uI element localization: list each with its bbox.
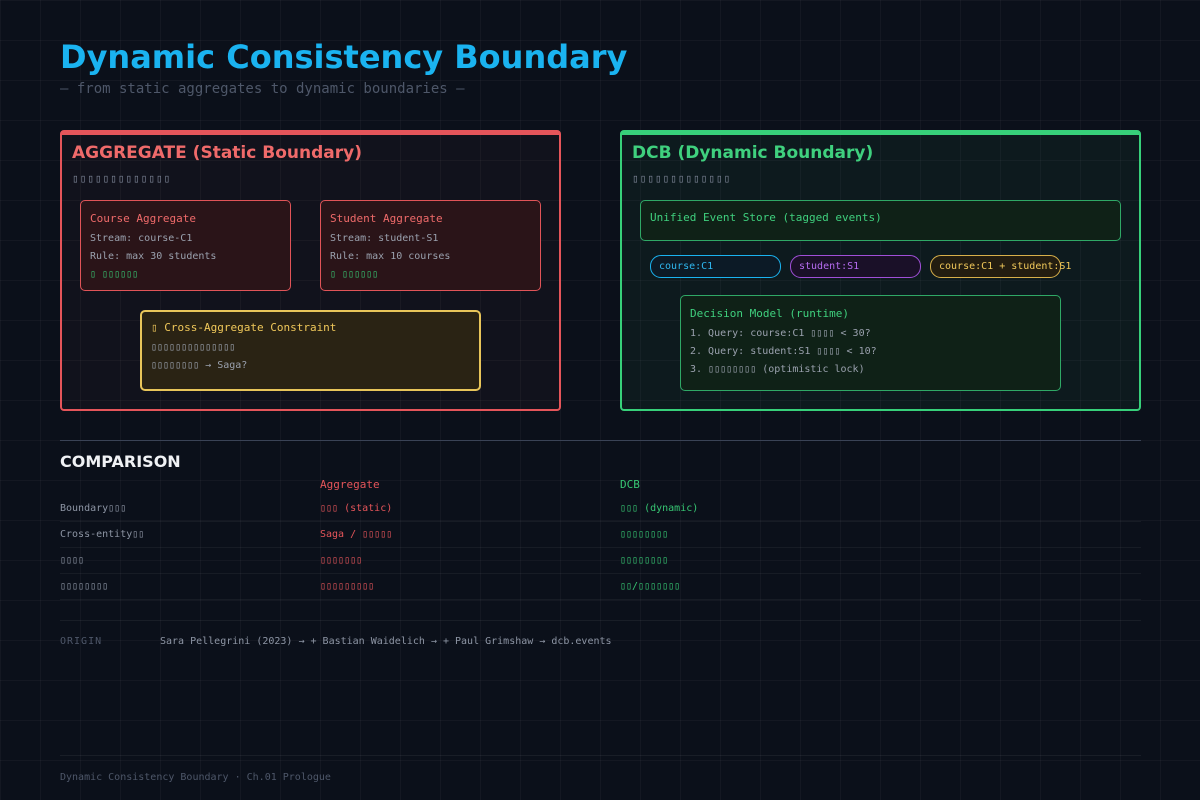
comparison-row: ▯▯▯▯▯▯▯▯ ▯▯▯▯▯▯▯▯▯ ▯▯/▯▯▯▯▯▯▯ [60, 574, 1141, 600]
dcb-panel-title: DCB (Dynamic Boundary) [632, 143, 874, 163]
comparison-header-aggregate: Aggregate [320, 478, 380, 491]
section-divider [60, 440, 1141, 441]
comparison-row-aggregate: ▯▯▯▯▯▯▯▯▯ [320, 581, 375, 592]
comparison-row-label: Boundary▯▯▯ [60, 503, 127, 514]
aggregate-panel-subtitle: ▯▯▯▯▯▯▯▯▯▯▯▯▯ [72, 172, 172, 185]
comparison-row: Boundary▯▯▯ ▯▯▯ (static) ▯▯▯ (dynamic) [60, 496, 1141, 522]
comparison-row-label: Cross-entity▯▯ [60, 529, 145, 540]
constraint-line-1: ▯▯▯▯▯▯▯▯▯▯▯▯▯▯ [151, 342, 236, 353]
comparison-row-dcb: ▯▯/▯▯▯▯▯▯▯ [620, 581, 681, 592]
comparison-row-aggregate: ▯▯▯ (static) [320, 503, 393, 514]
comparison-row-dcb: ▯▯▯▯▯▯▯▯ [620, 555, 669, 566]
cross-aggregate-constraint-title: ▯ Cross-Aggregate Constraint [151, 321, 337, 334]
comparison-row-dcb: ▯▯▯ (dynamic) [620, 503, 699, 514]
comparison-row-label: ▯▯▯▯ [60, 555, 85, 566]
dcb-panel-subtitle: ▯▯▯▯▯▯▯▯▯▯▯▯▯ [632, 172, 732, 185]
course-aggregate-status: ▯ ▯▯▯▯▯▯ [90, 269, 139, 280]
student-aggregate-stream: Stream: student-S1 [330, 233, 439, 244]
footer-text: Dynamic Consistency Boundary · Ch.01 Pro… [60, 772, 331, 783]
course-aggregate-stream: Stream: course-C1 [90, 233, 193, 244]
comparison-title: COMPARISON [60, 452, 181, 471]
student-aggregate-rule: Rule: max 10 courses [330, 251, 451, 262]
footer-separator [60, 755, 1141, 756]
constraint-line-2: ▯▯▯▯▯▯▯▯ → Saga? [151, 360, 248, 371]
tag-course-student: course:C1 + student:S1 [930, 255, 1071, 278]
decision-step-1: 1. Query: course:C1 ▯▯▯▯ < 30? [690, 328, 871, 339]
comparison-row-aggregate: ▯▯▯▯▯▯▯ [320, 555, 363, 566]
comparison-header-dcb: DCB [620, 478, 640, 491]
student-aggregate-status: ▯ ▯▯▯▯▯▯ [330, 269, 379, 280]
student-aggregate-title: Student Aggregate [330, 212, 443, 225]
decision-step-3: 3. ▯▯▯▯▯▯▯▯ (optimistic lock) [690, 364, 865, 375]
cross-aggregate-constraint-box: ▯ Cross-Aggregate Constraint ▯▯▯▯▯▯▯▯▯▯▯… [140, 310, 481, 391]
event-store-box: Unified Event Store (tagged events) [640, 200, 1121, 241]
comparison-row-label: ▯▯▯▯▯▯▯▯ [60, 581, 109, 592]
aggregate-panel-title: AGGREGATE (Static Boundary) [72, 143, 362, 163]
course-aggregate-title: Course Aggregate [90, 212, 196, 225]
comparison-row: Cross-entity▯▯ Saga / ▯▯▯▯▯ ▯▯▯▯▯▯▯▯ [60, 522, 1141, 548]
origin-text: Sara Pellegrini (2023) → + Bastian Waide… [160, 636, 612, 647]
comparison-row-aggregate: Saga / ▯▯▯▯▯ [320, 529, 393, 540]
origin-label: ORIGIN [60, 636, 103, 647]
course-aggregate-box: Course Aggregate Stream: course-C1 Rule:… [80, 200, 291, 291]
page-subtitle: — from static aggregates to dynamic boun… [60, 81, 465, 97]
course-aggregate-rule: Rule: max 30 students [90, 251, 217, 262]
event-store-label: Unified Event Store (tagged events) [650, 211, 882, 224]
comparison-row: ▯▯▯▯ ▯▯▯▯▯▯▯ ▯▯▯▯▯▯▯▯ [60, 548, 1141, 574]
origin-separator [60, 620, 1141, 621]
decision-model-box: Decision Model (runtime) 1. Query: cours… [680, 295, 1061, 391]
decision-model-title: Decision Model (runtime) [690, 307, 849, 320]
comparison-row-dcb: ▯▯▯▯▯▯▯▯ [620, 529, 669, 540]
page-title: Dynamic Consistency Boundary [60, 38, 628, 76]
student-aggregate-box: Student Aggregate Stream: student-S1 Rul… [320, 200, 541, 291]
tag-course: course:C1 [650, 255, 781, 278]
decision-step-2: 2. Query: student:S1 ▯▯▯▯ < 10? [690, 346, 877, 357]
tag-student: student:S1 [790, 255, 921, 278]
